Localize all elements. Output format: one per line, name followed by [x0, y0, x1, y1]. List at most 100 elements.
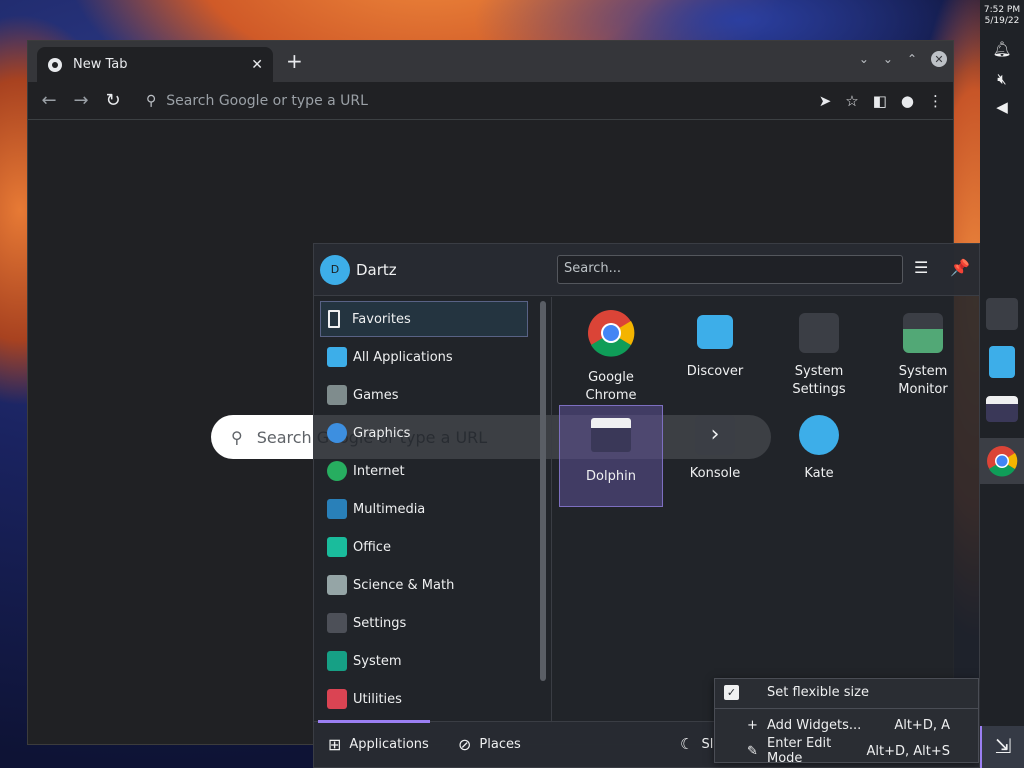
category-multimedia[interactable]: Multimedia — [320, 491, 528, 527]
category-system[interactable]: System — [320, 643, 528, 679]
chrome-icon — [588, 310, 635, 357]
category-settings[interactable]: Settings — [320, 605, 528, 641]
menu-item-label: Add Widgets... — [767, 717, 862, 733]
omnibox[interactable]: ⚲ Search Google or type a URL — [146, 93, 819, 109]
tab-search-icon[interactable]: ⌄ — [859, 52, 869, 66]
sleep-icon: ☾ — [680, 735, 694, 753]
flask-icon — [327, 575, 347, 595]
menu-item-label: Enter Edit Mode — [767, 736, 832, 766]
category-label: Games — [353, 387, 399, 403]
tab-close-icon[interactable]: ✕ — [251, 57, 263, 73]
sliders-icon — [799, 313, 839, 353]
tab-places[interactable]: ⊘ Places — [458, 735, 521, 754]
clock-time: 7:52 PM — [983, 5, 1021, 15]
divider — [551, 297, 552, 723]
new-tab-button[interactable]: + — [286, 49, 303, 73]
app-label: System — [794, 364, 844, 379]
app-label: Konsole — [689, 466, 741, 481]
category-utilities[interactable]: Utilities — [320, 681, 528, 717]
avatar[interactable]: D — [320, 254, 350, 285]
window-close-icon[interactable]: ✕ — [931, 51, 947, 67]
task-dolphin[interactable] — [986, 396, 1018, 422]
category-internet[interactable]: Internet — [320, 453, 528, 489]
app-system-monitor[interactable]: System Monitor — [871, 305, 975, 407]
category-science-math[interactable]: Science & Math — [320, 567, 528, 603]
kate-bird-icon — [799, 415, 839, 455]
profile-icon[interactable]: ● — [901, 92, 914, 110]
digital-clock[interactable]: 7:52 PM 5/19/22 — [980, 5, 1024, 27]
launcher-button[interactable]: ⇲ — [980, 726, 1024, 768]
category-label: Graphics — [353, 425, 411, 441]
app-label: Dolphin — [586, 469, 636, 484]
tab-applications[interactable]: ⊞ Applications — [328, 735, 429, 754]
pin-icon[interactable]: 📌 — [950, 258, 970, 277]
tab-label: Applications — [349, 737, 429, 752]
side-panel-icon[interactable]: ◧ — [873, 92, 887, 110]
globe-icon — [327, 461, 347, 481]
app-discover[interactable]: Discover — [663, 305, 767, 407]
app-google-chrome[interactable]: Google Chrome — [559, 305, 663, 407]
category-label: Office — [353, 539, 391, 555]
sleep-button[interactable]: ☾ Sl — [680, 735, 713, 753]
app-label: Google — [588, 370, 634, 385]
app-label: System — [898, 364, 948, 379]
omnibox-placeholder: Search Google or type a URL — [166, 92, 368, 109]
grid-icon: ⊞ — [328, 735, 342, 754]
task-system-settings[interactable] — [986, 298, 1018, 330]
app-system-settings[interactable]: System Settings — [767, 305, 871, 407]
app-label: Chrome — [585, 388, 637, 403]
chrome-favicon-icon — [48, 57, 62, 72]
category-graphics[interactable]: Graphics — [320, 415, 528, 451]
task-google-chrome[interactable] — [986, 445, 1018, 477]
menu-item-shortcut: Alt+D, A — [894, 717, 950, 733]
back-icon[interactable]: ← — [38, 90, 60, 111]
muted-speaker-icon[interactable]: 🔇︎ — [980, 70, 1024, 88]
tab-label: Places — [479, 737, 521, 752]
browser-toolbar: ← → ↻ ⚲ Search Google or type a URL ➤ ☆ … — [28, 82, 953, 120]
minimize-icon[interactable]: ⌄ — [883, 52, 893, 66]
terminal-icon: › — [695, 415, 735, 455]
reload-icon[interactable]: ↻ — [102, 90, 124, 111]
menu-item-enter-edit-mode[interactable]: ✎ Enter Edit Mode Alt+D, Alt+S — [715, 736, 978, 766]
compass-icon: ⊘ — [458, 735, 472, 754]
menu-item-add-widgets[interactable]: + Add Widgets... Alt+D, A — [715, 712, 978, 738]
app-dolphin[interactable]: Dolphin — [559, 405, 663, 507]
kde-menu-icon: ⇲ — [994, 734, 1012, 758]
bell-icon[interactable]: 🔔︎ — [980, 40, 1024, 58]
graphics-icon — [327, 423, 347, 443]
toolbox-icon — [327, 689, 347, 709]
panel-context-menu: ✓ Set flexible size + Add Widgets... Alt… — [714, 678, 979, 766]
category-label: Multimedia — [353, 501, 426, 517]
task-discover[interactable] — [989, 346, 1015, 378]
app-label: Discover — [686, 364, 744, 379]
category-games[interactable]: Games — [320, 377, 528, 413]
menu-item-shortcut: Alt+D, Alt+S — [866, 743, 950, 759]
configure-icon[interactable]: ☰ — [914, 258, 928, 277]
tab-title: New Tab — [73, 57, 128, 72]
share-icon[interactable]: ➤ — [819, 92, 832, 110]
category-office[interactable]: Office — [320, 529, 528, 565]
category-scrollbar[interactable] — [540, 301, 546, 681]
app-kate[interactable]: Kate — [767, 405, 871, 507]
bookmark-star-icon[interactable]: ☆ — [845, 92, 858, 110]
app-label: Settings — [792, 382, 846, 397]
category-favorites[interactable]: Favorites — [320, 301, 528, 337]
system-icon — [327, 651, 347, 671]
expand-tray-icon[interactable]: ◀ — [980, 98, 1024, 116]
category-label: Science & Math — [353, 577, 455, 593]
shopping-bag-icon — [697, 315, 733, 349]
menu-dots-icon[interactable]: ⋮ — [928, 92, 943, 110]
maximize-icon[interactable]: ⌃ — [907, 52, 917, 66]
forward-icon[interactable]: → — [70, 90, 92, 111]
app-konsole[interactable]: › Konsole — [663, 405, 767, 507]
category-label: Utilities — [353, 691, 402, 707]
settings-icon — [327, 613, 347, 633]
folder-icon — [591, 418, 631, 452]
category-label: Internet — [353, 463, 405, 479]
search-input[interactable]: Search... — [557, 255, 903, 284]
launcher-header: D Dartz Search... ☰ 📌 — [314, 244, 979, 296]
toolbar-actions: ➤ ☆ ◧ ● ⋮ — [819, 92, 943, 110]
tab-new-tab[interactable]: New Tab ✕ — [37, 47, 273, 82]
category-all-applications[interactable]: All Applications — [320, 339, 528, 375]
menu-item-set-flexible-size[interactable]: ✓ Set flexible size — [715, 679, 978, 705]
